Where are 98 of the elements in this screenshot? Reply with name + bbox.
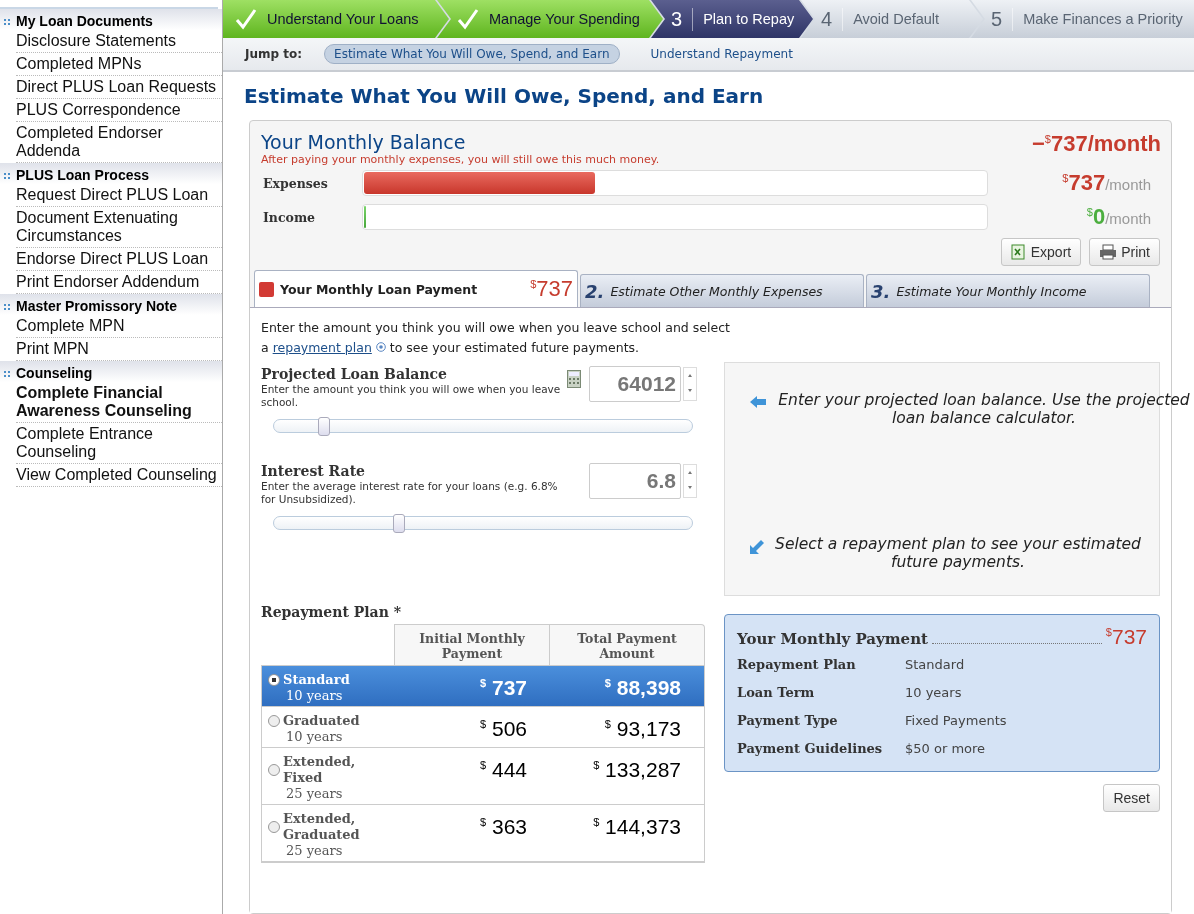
spreadsheet-icon — [1010, 244, 1027, 260]
sidebar-link[interactable]: Complete Financial Awareness Counseling — [16, 382, 222, 423]
tip-text: Enter your projected loan balance. Use the projected loan balance calculator. — [777, 391, 1191, 427]
plan-name: Extended, Fixed — [283, 754, 357, 786]
bar-amount: $^{$}$737/month — [1062, 170, 1151, 196]
summary-value: Standard — [905, 656, 965, 674]
total-payment: $^{$}$ 88,398 — [603, 676, 682, 700]
plan-term: 25 years — [285, 786, 344, 802]
plans-title: Repayment Plan * — [261, 604, 403, 620]
total-payment: $^{$}$ 144,373 — [592, 815, 682, 839]
export-button[interactable]: Export — [1000, 238, 1082, 266]
summary-value: 10 years — [905, 684, 962, 702]
monthly-payment: $^{$}$ 737 — [479, 676, 528, 700]
balance-title: Your Monthly Balance — [261, 131, 467, 153]
sidebar-link[interactable]: PLUS Correspondence — [16, 99, 222, 122]
plan-term: 10 years — [285, 729, 344, 745]
tip-text: Select a repayment plan to see your estimated future payments. — [774, 535, 1142, 571]
sidebar-link[interactable]: Completed MPNs — [16, 53, 222, 76]
field-hint: Enter the amount you think you will owe when you leave school. — [261, 383, 561, 409]
jump-link[interactable]: Understand Repayment — [641, 45, 802, 63]
step-tab[interactable]: 4 Avoid Default — [801, 0, 983, 38]
section-title: Master Promissory Note — [16, 298, 178, 315]
plan-name: Graduated — [283, 713, 360, 729]
left-arrow-icon — [749, 395, 767, 409]
balance-note: After paying your monthly expenses, you will still owe this much money. — [261, 153, 660, 166]
summary-label: Loan Term — [737, 684, 816, 702]
monthly-payment: $^{$}$ 444 — [479, 758, 528, 782]
summary-label: Payment Guidelines — [737, 740, 884, 758]
section-title: Counseling — [16, 365, 93, 382]
plan-row[interactable]: Standard 10 years $^{$}$ 737 $^{$}$ 88,398 — [262, 666, 704, 707]
summary-amount: $^{$}$737 — [1105, 625, 1147, 649]
column-header: Initial Monthly Payment — [394, 624, 550, 665]
bar-label: Income — [263, 209, 317, 225]
jump-label: Jump to: — [245, 47, 303, 61]
sidebar-link[interactable]: Disclosure Statements — [16, 30, 222, 53]
sidebar-link[interactable]: Document Extenuating Circumstances — [16, 207, 222, 248]
summary-value: $50 or more — [905, 740, 986, 758]
step-tab[interactable]: 5 Make Finances a Priority — [971, 0, 1194, 38]
sidebar-link[interactable]: View Completed Counseling — [16, 464, 222, 487]
grip-icon — [4, 303, 10, 310]
plan-row[interactable]: Extended, Fixed 25 years $^{$}$ 444 $^{$}$ 133,287 — [262, 748, 704, 805]
plan-term: 25 years — [285, 843, 344, 859]
number-field[interactable]: 64012 — [589, 366, 681, 402]
section-title: PLUS Loan Process — [16, 167, 150, 184]
field-label: Projected Loan Balance — [261, 366, 448, 383]
field-hint: Enter the average interest rate for your loans (e.g. 6.8% for Unsubsidized). — [261, 480, 559, 506]
radio-button[interactable] — [268, 821, 280, 833]
summary-value: Fixed Payments — [905, 712, 1007, 730]
field-label: Interest Rate — [261, 463, 366, 480]
jump-link[interactable]: Estimate What You Will Owe, Spend, and Earn — [324, 44, 620, 64]
monthly-payment: $^{$}$ 506 — [479, 717, 528, 741]
plan-name: Standard — [283, 672, 350, 688]
tab[interactable]: Your Monthly Loan Payment $^{$}$737 — [254, 270, 578, 307]
radio-button[interactable] — [268, 715, 280, 727]
total-payment: $^{$}$ 93,173 — [603, 717, 682, 741]
slider-handle[interactable] — [393, 514, 406, 533]
print-button[interactable]: Print — [1089, 238, 1160, 266]
tab[interactable]: 3. Estimate Your Monthly Income — [866, 274, 1150, 307]
reset-button[interactable]: Reset — [1103, 784, 1160, 812]
step-tab[interactable]: Manage Your Spending — [437, 0, 663, 38]
grip-icon — [4, 18, 10, 25]
column-header: Total Payment Amount — [550, 624, 705, 665]
grip-icon — [4, 172, 10, 179]
sidebar-link[interactable]: Request Direct PLUS Loan — [16, 184, 222, 207]
check-icon — [457, 8, 479, 30]
calculator-icon[interactable] — [567, 370, 581, 388]
grip-icon — [4, 370, 10, 377]
page-title: Estimate What You Will Owe, Spend, and Earn — [244, 84, 765, 108]
plan-name: Extended, Graduated — [283, 811, 361, 843]
sidebar-link[interactable]: Endorse Direct PLUS Loan — [16, 248, 222, 271]
radio-button[interactable] — [268, 674, 280, 686]
step-tab[interactable]: Understand Your Loans — [223, 0, 449, 38]
step-tab[interactable]: 3 Plan to Repay — [651, 0, 813, 38]
summary-label: Payment Type — [737, 712, 839, 730]
plan-row[interactable]: Graduated 10 years $^{$}$ 506 $^{$}$ 93,173 — [262, 707, 704, 748]
total-payment: $^{$}$ 133,287 — [592, 758, 682, 782]
help-icon[interactable] — [375, 342, 386, 352]
monthly-payment: $^{$}$ 363 — [479, 815, 528, 839]
bar-amount: $^{$}$0/month — [1086, 204, 1151, 230]
bar-label: Expenses — [263, 175, 329, 191]
number-field[interactable]: 6.8 — [589, 463, 681, 499]
sidebar-link[interactable]: Complete MPN — [16, 315, 222, 338]
slider-handle[interactable] — [318, 417, 331, 436]
sidebar-link[interactable]: Direct PLUS Loan Requests — [16, 76, 222, 99]
sidebar-link[interactable]: Complete Entrance Counseling — [16, 423, 222, 464]
printer-icon — [1099, 244, 1118, 260]
down-left-arrow-icon — [749, 539, 765, 555]
radio-button[interactable] — [268, 764, 280, 776]
check-icon — [235, 8, 257, 30]
plan-row[interactable]: Extended, Graduated 25 years $^{$}$ 363 $^{$}$ 144,373 — [262, 805, 704, 862]
plan-term: 10 years — [285, 688, 344, 704]
tab[interactable]: 2. Estimate Other Monthly Expenses — [580, 274, 864, 307]
section-title: My Loan Documents — [16, 13, 153, 30]
repayment-plan-link[interactable]: repayment plan — [272, 340, 372, 355]
summary-title: Your Monthly Payment — [737, 630, 928, 648]
intro-text: Enter the amount you think you will owe when you leave school and select a repayment plan to see your estimated future payments. — [261, 319, 731, 357]
balance-total: −$^{$}$737/month — [1032, 131, 1161, 158]
summary-label: Repayment Plan — [737, 656, 857, 674]
